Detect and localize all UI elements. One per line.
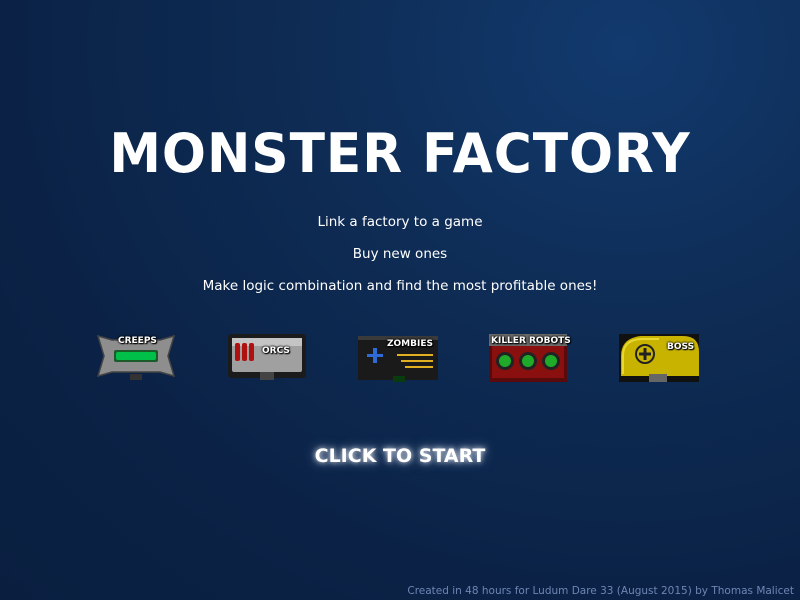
factory-label-orcs: ORCS [262, 346, 290, 356]
factory-label-creeps: CREEPS [118, 336, 157, 346]
orcs-factory-icon [228, 334, 306, 380]
instruction-3: Make logic combination and find the most… [202, 278, 598, 294]
click-to-start-button[interactable]: CLICK TO START [0, 445, 800, 467]
factory-label-zombies: ZOMBIES [387, 339, 433, 349]
instruction-1: Link a factory to a game [317, 214, 483, 230]
factory-zombies: ZOMBIES [357, 330, 441, 386]
factory-orcs: ORCS [226, 330, 310, 386]
factory-label-boss: BOSS [667, 342, 695, 352]
boss-factory-icon [619, 334, 699, 382]
factory-creeps: CREEPS [94, 330, 178, 386]
factory-killer-robots: KILLER ROBOTS [488, 330, 572, 386]
factory-boss: BOSS [619, 330, 703, 386]
game-title: MONSTER FACTORY [109, 122, 691, 185]
credits-text: Created in 48 hours for Ludum Dare 33 (A… [407, 585, 794, 597]
factory-label-killer-robots: KILLER ROBOTS [491, 336, 571, 346]
instruction-2: Buy new ones [352, 246, 448, 262]
